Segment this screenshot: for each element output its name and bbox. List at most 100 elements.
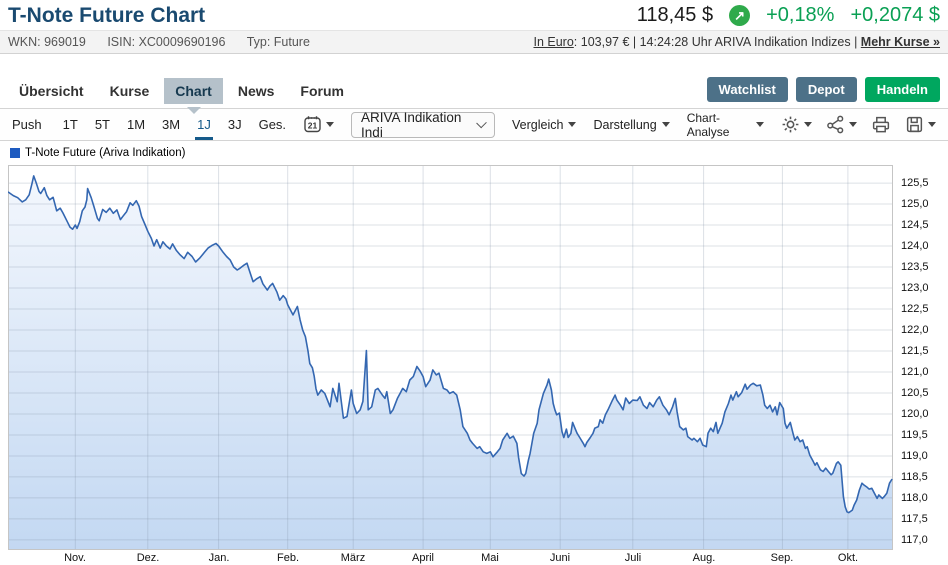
y-axis-labels: 125,5125,0124,5124,0123,5123,0122,5122,0… — [897, 165, 945, 550]
print-button[interactable] — [871, 115, 891, 134]
chevron-down-icon — [326, 122, 334, 127]
current-price: 118,45 $ — [637, 4, 713, 27]
depot-button[interactable]: Depot — [796, 77, 857, 102]
tab-news[interactable]: News — [227, 78, 286, 104]
y-axis-label: 118,0 — [901, 492, 928, 504]
tab-kurse[interactable]: Kurse — [99, 78, 161, 104]
y-axis-label: 124,5 — [901, 219, 929, 231]
legend-swatch — [10, 148, 20, 158]
y-axis-label: 119,5 — [901, 429, 928, 441]
range-3j[interactable]: 3J — [228, 117, 242, 132]
darstellung-label: Darstellung — [593, 118, 656, 132]
x-axis-labels: Nov. Dez. Jan. Feb. März April Mai Juni Juli Aug.… — [8, 552, 893, 565]
quote-meta: In Euro: 103,97 € | 14:24:28 Uhr ARIVA I… — [533, 35, 940, 49]
vergleich-label: Vergleich — [512, 118, 563, 132]
floppy-save-icon — [905, 115, 924, 134]
chevron-down-icon — [849, 122, 857, 127]
y-axis-label: 121,0 — [901, 366, 929, 378]
y-axis-label: 124,0 — [901, 240, 929, 252]
instrument-info-bar: WKN: 969019 ISIN: XC0009690196 Typ: Futu… — [0, 30, 948, 54]
wkn-value: WKN: 969019 — [8, 35, 86, 49]
instrument-select[interactable]: ARIVA Indikation Indi — [351, 112, 495, 138]
settings-button[interactable] — [781, 115, 812, 134]
y-axis-label: 117,0 — [901, 534, 928, 546]
gear-icon — [781, 115, 800, 134]
trend-up-icon: ↗ — [729, 5, 750, 26]
chart-analyse-menu[interactable]: Chart-Analyse — [687, 111, 764, 139]
chart-legend: T-Note Future (Ariva Indikation) — [10, 147, 185, 159]
push-toggle[interactable]: Push — [12, 117, 42, 132]
legend-label: T-Note Future (Ariva Indikation) — [25, 147, 185, 159]
y-axis-label: 119,0 — [901, 450, 928, 462]
tab-chart[interactable]: Chart — [164, 78, 223, 104]
x-axis-label: Dez. — [137, 552, 160, 564]
save-button[interactable] — [905, 115, 936, 134]
y-axis-label: 122,0 — [901, 324, 929, 336]
range-1j[interactable]: 1J — [197, 117, 211, 132]
calendar-icon: 21 — [303, 115, 322, 134]
share-nodes-icon — [826, 115, 845, 134]
tab-uebersicht[interactable]: Übersicht — [8, 78, 95, 104]
change-absolute: +0,2074 $ — [850, 4, 940, 27]
y-axis-label: 118,5 — [901, 471, 928, 483]
vergleich-menu[interactable]: Vergleich — [512, 118, 576, 132]
isin-value: ISIN: XC0009690196 — [107, 35, 225, 49]
typ-value: Typ: Future — [247, 35, 310, 49]
y-axis-label: 120,5 — [901, 387, 929, 399]
darstellung-menu[interactable]: Darstellung — [593, 118, 669, 132]
y-axis-label: 120,0 — [901, 408, 929, 420]
range-5t[interactable]: 5T — [95, 117, 110, 132]
chart-toolbar: Push 1T 5T 1M 3M 1J 3J Ges. 21 ARIVA Ind… — [0, 108, 948, 141]
chevron-down-icon — [756, 122, 764, 127]
x-axis-label: Okt. — [838, 552, 858, 564]
tab-forum[interactable]: Forum — [289, 78, 355, 104]
handeln-button[interactable]: Handeln — [865, 77, 940, 102]
x-axis-label: Juni — [550, 552, 570, 564]
x-axis-label: April — [412, 552, 434, 564]
change-percent: +0,18% — [766, 4, 834, 27]
x-axis-label: Feb. — [277, 552, 299, 564]
instrument-ids: WKN: 969019 ISIN: XC0009690196 Typ: Futu… — [8, 35, 328, 49]
range-3m[interactable]: 3M — [162, 117, 180, 132]
indicators-button[interactable] — [826, 115, 857, 134]
y-axis-label: 123,5 — [901, 261, 929, 273]
x-axis-label: Aug. — [693, 552, 716, 564]
x-axis-label: Nov. — [64, 552, 86, 564]
quote-block: 118,45 $ ↗ +0,18% +0,2074 $ — [637, 4, 940, 27]
nav-row: Übersicht Kurse Chart News Forum Watchli… — [0, 76, 948, 104]
y-axis-label: 125,0 — [901, 198, 929, 210]
date-range-picker[interactable]: 21 — [303, 115, 334, 134]
y-axis-label: 123,0 — [901, 282, 929, 294]
mehr-kurse-link[interactable]: Mehr Kurse » — [861, 35, 940, 49]
x-axis-label: Mai — [481, 552, 499, 564]
x-axis-label: März — [341, 552, 365, 564]
watchlist-button[interactable]: Watchlist — [707, 77, 788, 102]
range-ges[interactable]: Ges. — [259, 117, 286, 132]
header: T-Note Future Chart 118,45 $ ↗ +0,18% +0… — [0, 0, 948, 30]
x-axis-label: Jan. — [209, 552, 230, 564]
arrow-up-right-glyph: ↗ — [734, 8, 745, 24]
chevron-down-icon — [928, 122, 936, 127]
range-1m[interactable]: 1M — [127, 117, 145, 132]
x-axis-label: Juli — [625, 552, 642, 564]
toolbar-icon-group — [781, 115, 936, 134]
euro-time-text: : 103,97 € | 14:24:28 Uhr ARIVA Indikati… — [574, 35, 861, 49]
x-axis-label: Sep. — [771, 552, 794, 564]
y-axis-label: 121,5 — [901, 345, 929, 357]
chart-analyse-label: Chart-Analyse — [687, 111, 751, 139]
y-axis-label: 122,5 — [901, 303, 929, 315]
chart-canvas[interactable] — [8, 165, 893, 550]
page-title: T-Note Future Chart — [8, 4, 205, 28]
in-euro-link[interactable]: In Euro — [533, 35, 573, 49]
chevron-down-icon — [568, 122, 576, 127]
area-fill — [8, 176, 892, 550]
y-axis-label: 117,5 — [901, 513, 928, 525]
chevron-down-icon — [476, 117, 487, 128]
tab-bar: Übersicht Kurse Chart News Forum — [8, 78, 355, 104]
action-buttons: Watchlist Depot Handeln — [707, 77, 940, 104]
range-1t[interactable]: 1T — [63, 117, 78, 132]
ariva-chart-page: T-Note Future Chart 118,45 $ ↗ +0,18% +0… — [0, 0, 948, 565]
printer-icon — [871, 115, 891, 134]
price-chart[interactable] — [8, 165, 893, 550]
instrument-select-value: ARIVA Indikation Indi — [361, 110, 469, 140]
